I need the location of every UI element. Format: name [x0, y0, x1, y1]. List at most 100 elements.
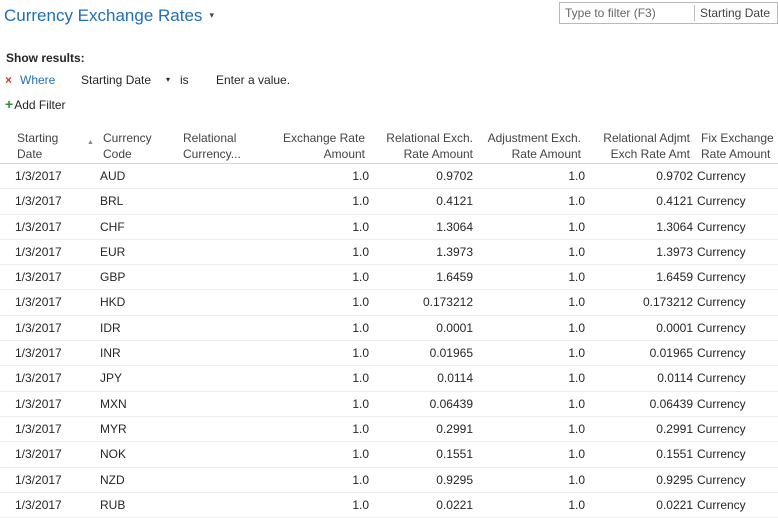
- cell-relational-exch-rate-amount[interactable]: 0.01965: [430, 346, 473, 360]
- cell-exchange-rate-amount[interactable]: 1.0: [352, 321, 369, 335]
- cell-starting-date[interactable]: 1/3/2017: [15, 371, 62, 385]
- cell-relational-adjmt-exch-rate-amt[interactable]: 1.3064: [656, 220, 693, 234]
- cell-relational-exch-rate-amount[interactable]: 0.06439: [430, 397, 473, 411]
- cell-adjustment-exch-rate-amount[interactable]: 1.0: [568, 270, 585, 284]
- table-row[interactable]: 1/3/2017 INR 1.0 0.01965 1.0 0.01965 Currency: [0, 341, 778, 367]
- cell-exchange-rate-amount[interactable]: 1.0: [352, 220, 369, 234]
- cell-currency-code[interactable]: AUD: [100, 169, 125, 183]
- cell-fix-exchange-rate-amount[interactable]: Currency: [697, 321, 746, 335]
- cell-starting-date[interactable]: 1/3/2017: [15, 194, 62, 208]
- cell-relational-adjmt-exch-rate-amt[interactable]: 1.3973: [656, 245, 693, 259]
- cell-adjustment-exch-rate-amount[interactable]: 1.0: [568, 346, 585, 360]
- cell-adjustment-exch-rate-amount[interactable]: 1.0: [568, 169, 585, 183]
- cell-adjustment-exch-rate-amount[interactable]: 1.0: [568, 473, 585, 487]
- cell-relational-adjmt-exch-rate-amt[interactable]: 0.0221: [656, 498, 693, 512]
- column-header-exchange-rate-amount[interactable]: Exchange Rate Amount: [283, 130, 365, 162]
- column-header-fix-exchange-rate-amount[interactable]: Fix Exchange Rate Amount: [701, 130, 774, 162]
- cell-fix-exchange-rate-amount[interactable]: Currency: [697, 371, 746, 385]
- table-row[interactable]: 1/3/2017 EUR 1.0 1.3973 1.0 1.3973 Currency: [0, 240, 778, 266]
- cell-exchange-rate-amount[interactable]: 1.0: [352, 371, 369, 385]
- cell-relational-adjmt-exch-rate-amt[interactable]: 0.1551: [656, 447, 693, 461]
- cell-adjustment-exch-rate-amount[interactable]: 1.0: [568, 194, 585, 208]
- cell-exchange-rate-amount[interactable]: 1.0: [352, 169, 369, 183]
- cell-relational-adjmt-exch-rate-amt[interactable]: 0.2991: [656, 422, 693, 436]
- table-row[interactable]: 1/3/2017 MXN 1.0 0.06439 1.0 0.06439 Currency: [0, 392, 778, 417]
- cell-relational-exch-rate-amount[interactable]: 1.6459: [436, 270, 473, 284]
- cell-fix-exchange-rate-amount[interactable]: Currency: [697, 169, 746, 183]
- cell-relational-exch-rate-amount[interactable]: 0.173212: [423, 295, 473, 309]
- filter-value-input[interactable]: [216, 71, 326, 89]
- cell-starting-date[interactable]: 1/3/2017: [15, 397, 62, 411]
- cell-exchange-rate-amount[interactable]: 1.0: [352, 498, 369, 512]
- cell-relational-adjmt-exch-rate-amt[interactable]: 0.4121: [656, 194, 693, 208]
- cell-currency-code[interactable]: EUR: [100, 245, 125, 259]
- cell-relational-exch-rate-amount[interactable]: 1.3064: [436, 220, 473, 234]
- cell-starting-date[interactable]: 1/3/2017: [15, 295, 62, 309]
- cell-starting-date[interactable]: 1/3/2017: [15, 473, 62, 487]
- cell-currency-code[interactable]: HKD: [100, 295, 125, 309]
- cell-currency-code[interactable]: BRL: [100, 194, 123, 208]
- cell-relational-exch-rate-amount[interactable]: 0.0221: [436, 498, 473, 512]
- cell-relational-exch-rate-amount[interactable]: 0.0114: [437, 371, 473, 385]
- cell-relational-adjmt-exch-rate-amt[interactable]: 0.01965: [650, 346, 693, 360]
- cell-adjustment-exch-rate-amount[interactable]: 1.0: [568, 498, 585, 512]
- cell-relational-exch-rate-amount[interactable]: 0.0001: [436, 321, 473, 335]
- table-row[interactable]: 1/3/2017 NOK 1.0 0.1551 1.0 0.1551 Currency: [0, 442, 778, 468]
- cell-relational-exch-rate-amount[interactable]: 0.4121: [436, 194, 473, 208]
- cell-adjustment-exch-rate-amount[interactable]: 1.0: [568, 422, 585, 436]
- cell-currency-code[interactable]: MXN: [100, 397, 127, 411]
- cell-exchange-rate-amount[interactable]: 1.0: [352, 473, 369, 487]
- column-header-currency-code[interactable]: Currency Code: [103, 130, 152, 162]
- cell-relational-adjmt-exch-rate-amt[interactable]: 0.06439: [650, 397, 693, 411]
- cell-adjustment-exch-rate-amount[interactable]: 1.0: [568, 245, 585, 259]
- chevron-down-icon[interactable]: ▾: [209, 10, 214, 20]
- cell-exchange-rate-amount[interactable]: 1.0: [352, 397, 369, 411]
- column-header-relational-adjmt-exch-rate-amt[interactable]: Relational Adjmt Exch Rate Amt: [603, 130, 690, 162]
- cell-currency-code[interactable]: IDR: [100, 321, 121, 335]
- cell-currency-code[interactable]: CHF: [100, 220, 125, 234]
- table-row[interactable]: 1/3/2017 IDR 1.0 0.0001 1.0 0.0001 Currency: [0, 316, 778, 342]
- cell-fix-exchange-rate-amount[interactable]: Currency: [697, 245, 746, 259]
- cell-fix-exchange-rate-amount[interactable]: Currency: [697, 447, 746, 461]
- cell-fix-exchange-rate-amount[interactable]: Currency: [697, 422, 746, 436]
- cell-starting-date[interactable]: 1/3/2017: [15, 498, 62, 512]
- cell-exchange-rate-amount[interactable]: 1.0: [352, 270, 369, 284]
- column-header-adjustment-exch-rate-amount[interactable]: Adjustment Exch. Rate Amount: [488, 130, 581, 162]
- cell-starting-date[interactable]: 1/3/2017: [15, 220, 62, 234]
- cell-exchange-rate-amount[interactable]: 1.0: [352, 447, 369, 461]
- cell-currency-code[interactable]: NZD: [100, 473, 125, 487]
- table-row[interactable]: 1/3/2017 BRL 1.0 0.4121 1.0 0.4121 Currency: [0, 189, 778, 215]
- cell-currency-code[interactable]: NOK: [100, 447, 126, 461]
- cell-starting-date[interactable]: 1/3/2017: [15, 270, 62, 284]
- table-row[interactable]: 1/3/2017 JPY 1.0 0.0114 1.0 0.0114 Currency: [0, 366, 778, 392]
- cell-starting-date[interactable]: 1/3/2017: [15, 169, 62, 183]
- cell-relational-adjmt-exch-rate-amt[interactable]: 1.6459: [656, 270, 693, 284]
- table-row[interactable]: 1/3/2017 CHF 1.0 1.3064 1.0 1.3064 Currency: [0, 215, 778, 240]
- cell-fix-exchange-rate-amount[interactable]: Currency: [697, 270, 746, 284]
- cell-relational-adjmt-exch-rate-amt[interactable]: 0.173212: [643, 295, 693, 309]
- cell-adjustment-exch-rate-amount[interactable]: 1.0: [568, 220, 585, 234]
- cell-relational-adjmt-exch-rate-amt[interactable]: 0.0114: [657, 371, 693, 385]
- cell-adjustment-exch-rate-amount[interactable]: 1.0: [568, 447, 585, 461]
- cell-fix-exchange-rate-amount[interactable]: Currency: [697, 397, 746, 411]
- cell-currency-code[interactable]: JPY: [100, 371, 122, 385]
- cell-relational-exch-rate-amount[interactable]: 0.1551: [436, 447, 473, 461]
- cell-relational-adjmt-exch-rate-amt[interactable]: 0.9295: [656, 473, 693, 487]
- add-filter-button[interactable]: +Add Filter: [5, 96, 66, 112]
- cell-fix-exchange-rate-amount[interactable]: Currency: [697, 346, 746, 360]
- cell-relational-exch-rate-amount[interactable]: 0.9295: [436, 473, 473, 487]
- cell-fix-exchange-rate-amount[interactable]: Currency: [697, 473, 746, 487]
- column-header-relational-currency[interactable]: Relational Currency...: [183, 130, 241, 162]
- cell-fix-exchange-rate-amount[interactable]: Currency: [697, 194, 746, 208]
- cell-currency-code[interactable]: INR: [100, 346, 121, 360]
- remove-filter-icon[interactable]: ×: [5, 73, 12, 87]
- column-header-relational-exch-rate-amount[interactable]: Relational Exch. Rate Amount: [386, 130, 473, 162]
- cell-adjustment-exch-rate-amount[interactable]: 1.0: [568, 371, 585, 385]
- table-row[interactable]: 1/3/2017 GBP 1.0 1.6459 1.0 1.6459 Currency: [0, 265, 778, 291]
- column-header-starting-date[interactable]: Starting Date: [17, 130, 58, 162]
- cell-starting-date[interactable]: 1/3/2017: [15, 447, 62, 461]
- cell-relational-adjmt-exch-rate-amt[interactable]: 0.0001: [656, 321, 693, 335]
- table-row[interactable]: 1/3/2017 HKD 1.0 0.173212 1.0 0.173212 Currenc…: [0, 290, 778, 316]
- cell-relational-exch-rate-amount[interactable]: 0.9702: [436, 169, 473, 183]
- table-row[interactable]: 1/3/2017 MYR 1.0 0.2991 1.0 0.2991 Currency: [0, 417, 778, 443]
